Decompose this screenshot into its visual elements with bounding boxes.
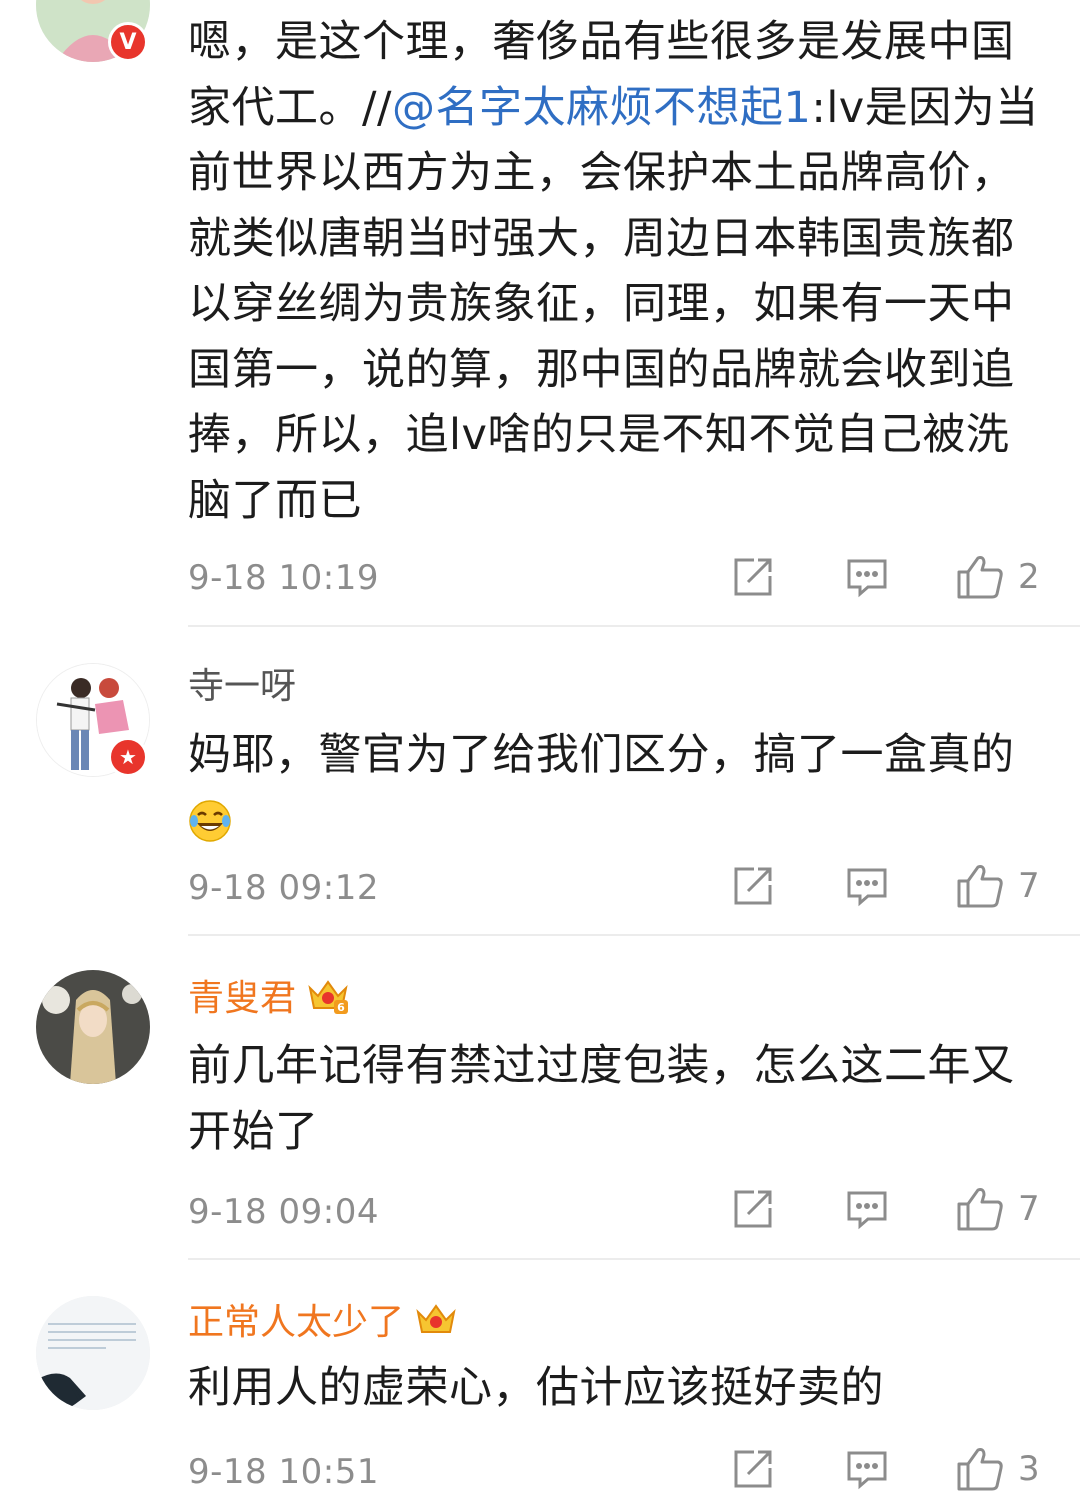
laughing-tears-emoji-icon	[188, 797, 232, 863]
comment-text: 妈耶，警官为了给我们区分，搞了一盒真的	[188, 723, 1048, 862]
avatar[interactable]	[36, 970, 150, 1084]
username[interactable]: 青叟君 6	[188, 976, 350, 1027]
verified-badge-icon: ★	[108, 737, 148, 777]
like-count: 7	[1018, 1189, 1040, 1229]
comment-text: 利用人的虚荣心，估计应该挺好卖的	[188, 1363, 884, 1413]
repost-button[interactable]	[732, 865, 774, 907]
repost-button[interactable]	[732, 1448, 774, 1490]
verified-badge-icon: V	[108, 22, 148, 62]
repost-icon	[734, 1190, 772, 1228]
comment-time: 9-18 09:12	[188, 868, 379, 908]
like-button[interactable]: 7	[956, 1186, 1040, 1232]
comment-feed: V 嗯，是这个理，奢侈品有些很多是发展中国家代工。//@名字太麻烦不想起1:lv…	[0, 0, 1080, 1512]
thumbs-up-icon	[957, 1448, 1003, 1491]
repost-button[interactable]	[732, 556, 774, 598]
comment-item: 正常人太少了 利用人的虚荣心，估计应该挺好卖的 9-18 10:51 3	[0, 1260, 1080, 1512]
repost-icon	[734, 1450, 772, 1488]
comment-item: ★ 寺一呀 妈耶，警官为了给我们区分，搞了一盒真的 9-18 09:12 7	[0, 627, 1080, 935]
svg-text:6: 6	[337, 1001, 345, 1014]
thumbs-up-icon	[957, 865, 1003, 908]
comment-icon	[847, 559, 887, 598]
mention-link[interactable]: @名字太麻烦不想起1	[392, 83, 811, 133]
comment-time: 9-18 09:04	[188, 1192, 379, 1232]
username[interactable]: 正常人太少了	[188, 1300, 458, 1351]
comment-button[interactable]	[846, 1188, 888, 1230]
repost-icon	[734, 558, 772, 596]
vip-crown-icon	[414, 1300, 458, 1351]
comment-button[interactable]	[846, 556, 888, 598]
comment-item: 青叟君 6 前几年记得有禁过过度包装，怎么这二年又开始了 9-18 09:04	[0, 936, 1080, 1259]
comment-text: 前几年记得有禁过过度包装，怎么这二年又开始了	[188, 1041, 1015, 1157]
comment-text: 嗯，是这个理，奢侈品有些很多是发展中国家代工。//@名字太麻烦不想起1:lv是因…	[188, 17, 1039, 526]
comment-time: 9-18 10:51	[188, 1452, 379, 1492]
like-count: 2	[1018, 557, 1040, 597]
repost-icon	[734, 867, 772, 905]
like-button[interactable]: 2	[956, 554, 1040, 600]
vip-crown-icon: 6	[306, 976, 350, 1027]
comment-time: 9-18 10:19	[188, 558, 379, 598]
like-count: 3	[1018, 1449, 1040, 1489]
username[interactable]: 寺一呀	[188, 665, 296, 709]
repost-button[interactable]	[732, 1188, 774, 1230]
like-button[interactable]: 3	[956, 1446, 1040, 1492]
like-button[interactable]: 7	[956, 863, 1040, 909]
comment-button[interactable]	[846, 865, 888, 907]
comment-icon	[847, 1451, 887, 1490]
thumbs-up-icon	[957, 1188, 1003, 1231]
comment-icon	[847, 1191, 887, 1230]
thumbs-up-icon	[957, 556, 1003, 599]
like-count: 7	[1018, 866, 1040, 906]
comment-icon	[847, 868, 887, 907]
comment-button[interactable]	[846, 1448, 888, 1490]
comment-item: V 嗯，是这个理，奢侈品有些很多是发展中国家代工。//@名字太麻烦不想起1:lv…	[0, 0, 1080, 626]
avatar[interactable]	[36, 1296, 150, 1410]
